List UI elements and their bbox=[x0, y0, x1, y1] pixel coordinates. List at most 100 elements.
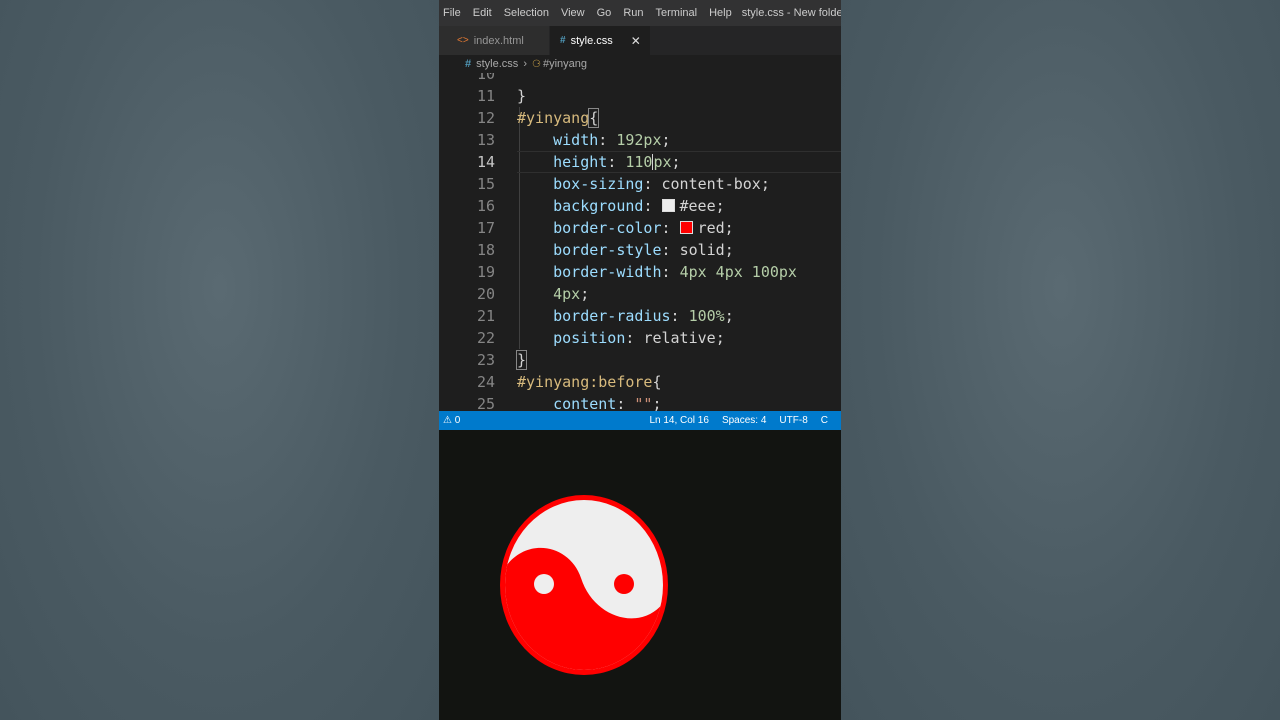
code-token: { bbox=[652, 373, 662, 391]
menu-edit[interactable]: Edit bbox=[469, 7, 492, 19]
code-token: solid bbox=[679, 241, 725, 259]
code-token: ; bbox=[715, 329, 725, 347]
menu-run[interactable]: Run bbox=[619, 7, 643, 19]
menu-view[interactable]: View bbox=[557, 7, 585, 19]
yinyang-dark-dot bbox=[614, 574, 634, 594]
html-file-icon: <> bbox=[457, 35, 469, 46]
code-token: 100% bbox=[688, 307, 725, 325]
line-number: 15 bbox=[476, 175, 495, 193]
encoding[interactable]: UTF-8 bbox=[779, 415, 807, 426]
code-token: ; bbox=[724, 219, 734, 237]
code-token: height bbox=[553, 153, 608, 171]
code-token: content-box bbox=[661, 175, 761, 193]
code-token: ; bbox=[671, 153, 681, 171]
cursor-position[interactable]: Ln 14, Col 16 bbox=[649, 415, 709, 426]
code-line[interactable]: 18 border-style: solid; bbox=[439, 239, 841, 261]
background-right bbox=[841, 0, 1280, 720]
code-token: 4px bbox=[553, 285, 581, 303]
code-text: background: #eee; bbox=[517, 195, 725, 217]
browser-preview bbox=[439, 430, 841, 720]
warning-icon[interactable]: ⚠ bbox=[443, 415, 452, 426]
code-text: #yinyang{ bbox=[517, 107, 600, 129]
code-text: } bbox=[517, 85, 526, 107]
code-line[interactable]: 24 #yinyang:before{ bbox=[439, 371, 841, 393]
problems-count[interactable]: 0 bbox=[455, 415, 461, 426]
code-line[interactable]: 16 background: #eee; bbox=[439, 195, 841, 217]
code-line[interactable]: 21 border-radius: 100%; bbox=[439, 305, 841, 327]
code-token: border-style bbox=[553, 241, 662, 259]
menu-selection[interactable]: Selection bbox=[500, 7, 549, 19]
code-line[interactable]: 14 height: 110px; bbox=[439, 151, 841, 173]
color-swatch[interactable] bbox=[679, 221, 693, 234]
code-line[interactable]: 11} bbox=[439, 85, 841, 107]
tab-label: index.html bbox=[473, 34, 524, 47]
code-token: ; bbox=[652, 395, 662, 411]
menu-terminal[interactable]: Terminal bbox=[652, 7, 698, 19]
code-token: ; bbox=[724, 307, 734, 325]
code-token: relative bbox=[643, 329, 716, 347]
code-token: } bbox=[517, 87, 527, 105]
breadcrumb-file[interactable]: style.css bbox=[476, 58, 518, 70]
code-token: "" bbox=[634, 395, 653, 411]
chevron-right-icon: › bbox=[523, 58, 527, 70]
code-text: border-color: red; bbox=[517, 217, 734, 239]
code-line[interactable]: 23} bbox=[439, 349, 841, 371]
line-number: 13 bbox=[476, 131, 495, 149]
css-file-icon: # bbox=[560, 35, 566, 46]
code-token: ; bbox=[580, 285, 590, 303]
line-number: 12 bbox=[476, 109, 495, 127]
breadcrumb-symbol[interactable]: #yinyang bbox=[543, 58, 587, 70]
code-token: : bbox=[607, 153, 626, 171]
end-of-line[interactable]: C bbox=[821, 415, 828, 426]
code-token: ; bbox=[661, 131, 671, 149]
menu-help[interactable]: Help bbox=[705, 7, 732, 19]
code-token: ; bbox=[724, 241, 734, 259]
code-line[interactable]: 15 box-sizing: content-box; bbox=[439, 173, 841, 195]
code-text: border-radius: 100%; bbox=[517, 305, 734, 327]
code-token: width bbox=[553, 131, 599, 149]
indentation[interactable]: Spaces: 4 bbox=[722, 415, 766, 426]
code-token: : bbox=[643, 197, 662, 215]
line-number: 16 bbox=[476, 197, 495, 215]
code-line[interactable]: 10 bbox=[439, 73, 841, 85]
background-left bbox=[0, 0, 439, 720]
code-line[interactable]: 20 4px; bbox=[439, 283, 841, 305]
color-swatch[interactable] bbox=[661, 199, 675, 212]
code-token: position bbox=[553, 329, 626, 347]
code-token: #yinyang bbox=[517, 109, 590, 127]
code-token: ; bbox=[760, 175, 770, 193]
tab-index-html[interactable]: <> index.html bbox=[439, 26, 549, 55]
breadcrumb: # style.css › ⚆ #yinyang bbox=[439, 55, 841, 73]
tab-label: style.css bbox=[570, 34, 613, 47]
code-line[interactable]: 13 width: 192px; bbox=[439, 129, 841, 151]
code-line[interactable]: 19 border-width: 4px 4px 100px bbox=[439, 261, 841, 283]
status-bar: ⚠ 0 Ln 14, Col 16 Spaces: 4 UTF-8 C bbox=[439, 411, 841, 430]
line-number: 20 bbox=[476, 285, 495, 303]
line-number: 11 bbox=[476, 87, 495, 105]
code-token: : bbox=[625, 329, 644, 347]
menu-file[interactable]: File bbox=[439, 7, 461, 19]
code-text: box-sizing: content-box; bbox=[517, 173, 770, 195]
window-title: style.css - New folder - bbox=[741, 7, 841, 19]
menu-go[interactable]: Go bbox=[593, 7, 612, 19]
code-editor[interactable]: 10 11} 12 #yinyang{13 width: 192px; 14 heigh… bbox=[439, 73, 841, 411]
code-line[interactable]: 22 position: relative; bbox=[439, 327, 841, 349]
code-text: content: ""; bbox=[517, 393, 662, 411]
selector-symbol-icon: ⚆ bbox=[531, 58, 541, 70]
tab-style-css[interactable]: # style.css ✕ bbox=[550, 26, 650, 55]
close-icon[interactable]: ✕ bbox=[631, 34, 641, 48]
code-line[interactable]: 17 border-color: red; bbox=[439, 217, 841, 239]
code-text: position: relative; bbox=[517, 327, 725, 349]
code-line[interactable]: 12 #yinyang{ bbox=[439, 107, 841, 129]
code-token: : bbox=[643, 175, 662, 193]
line-number: 14 bbox=[476, 153, 495, 171]
code-line[interactable]: 25 content: ""; bbox=[439, 393, 841, 411]
